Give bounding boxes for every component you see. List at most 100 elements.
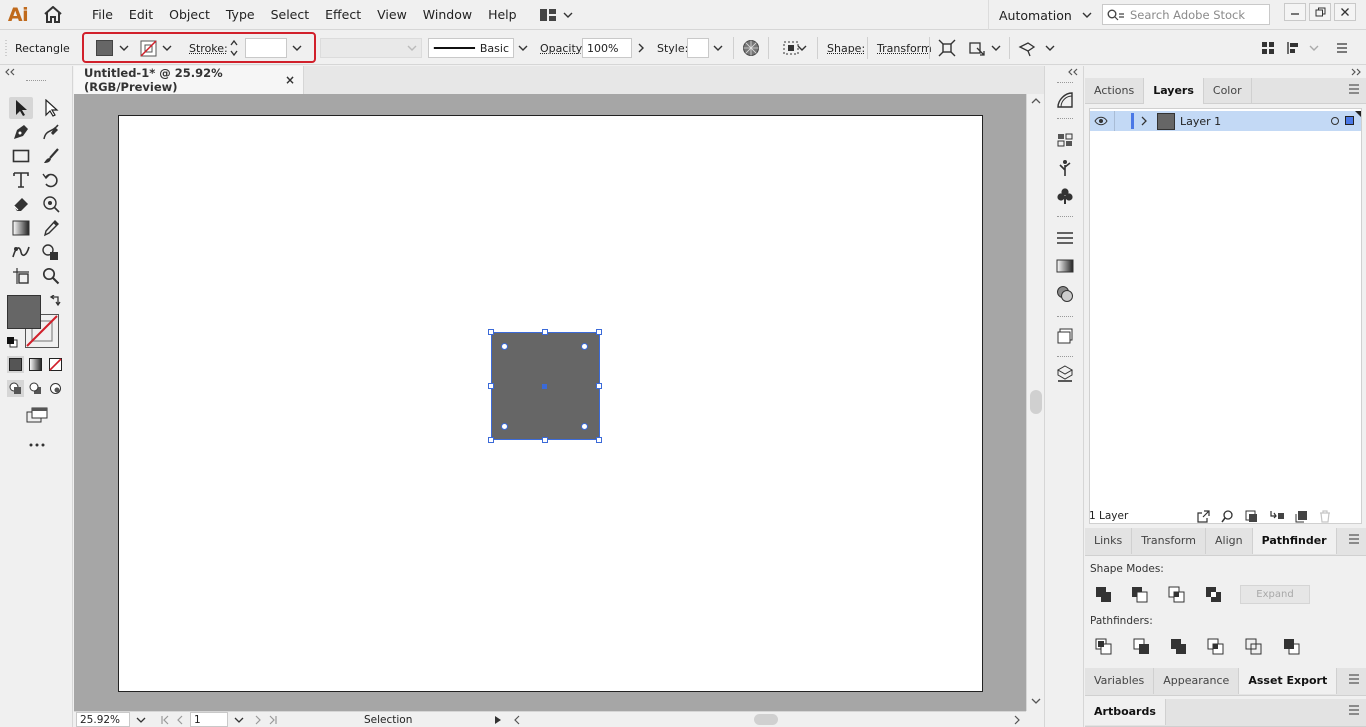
eyedropper-tool[interactable] — [39, 217, 63, 239]
tab-artboards[interactable]: Artboards — [1085, 699, 1166, 725]
locate-object-icon[interactable] — [1221, 510, 1234, 523]
minimize-icon[interactable] — [1284, 3, 1306, 21]
gradient-mode-button[interactable] — [27, 356, 44, 373]
corner-radius-widget[interactable] — [501, 423, 508, 430]
tab-pathfinder[interactable]: Pathfinder — [1252, 528, 1337, 554]
puppet-warp-button[interactable] — [968, 31, 986, 65]
tab-align[interactable]: Align — [1206, 528, 1253, 554]
restore-icon[interactable] — [1309, 3, 1331, 21]
fill-swatch-front[interactable] — [7, 295, 41, 329]
export-icon[interactable] — [1197, 510, 1210, 523]
style-dropdown[interactable] — [713, 31, 723, 65]
rotate-tool[interactable] — [39, 169, 63, 191]
menu-object[interactable]: Object — [161, 0, 218, 30]
outline-icon[interactable] — [1245, 638, 1263, 656]
minus-front-icon[interactable] — [1131, 586, 1149, 604]
stroke-panel-icon[interactable] — [1055, 228, 1075, 248]
menu-help[interactable]: Help — [480, 0, 525, 30]
tab-transform[interactable]: Transform — [1132, 528, 1206, 554]
next-artboard-icon[interactable] — [254, 715, 262, 725]
bounding-handle-bottom-right[interactable] — [596, 437, 602, 443]
edit-toolbar-button[interactable] — [1018, 31, 1036, 65]
close-document-icon[interactable]: × — [285, 73, 295, 87]
bounding-handle-top-left[interactable] — [488, 329, 494, 335]
stock-search-input[interactable]: Search Adobe Stock — [1102, 4, 1270, 25]
menu-window[interactable]: Window — [415, 0, 480, 30]
lock-toggle[interactable] — [1117, 111, 1131, 131]
shape-builder-tool[interactable] — [39, 241, 63, 263]
pen-tool[interactable] — [9, 121, 33, 143]
document-tab[interactable]: Untitled-1* @ 25.92% (RGB/Preview) × — [74, 66, 304, 94]
eraser-tool[interactable] — [9, 193, 33, 215]
trim-icon[interactable] — [1133, 638, 1151, 656]
scroll-up-icon[interactable] — [1031, 98, 1041, 104]
arrange-documents-button[interactable] — [539, 0, 573, 30]
direct-selection-tool[interactable] — [39, 97, 63, 119]
exclude-icon[interactable] — [1205, 586, 1223, 604]
menu-edit[interactable]: Edit — [121, 0, 161, 30]
trash-icon[interactable] — [1319, 510, 1331, 523]
brush-definition-field[interactable]: Basic — [428, 38, 514, 58]
panel-menu-icon[interactable] — [1348, 705, 1360, 715]
layer-row[interactable]: Layer 1 — [1090, 111, 1361, 131]
scroll-right-icon[interactable] — [1014, 715, 1020, 725]
color-mode-button[interactable] — [7, 356, 24, 373]
scroll-down-icon[interactable] — [1031, 698, 1041, 704]
symbols-icon[interactable] — [1055, 158, 1075, 178]
intersect-icon[interactable] — [1168, 586, 1186, 604]
distribute-button[interactable] — [1286, 31, 1302, 65]
menu-effect[interactable]: Effect — [317, 0, 369, 30]
unite-icon[interactable] — [1095, 586, 1113, 604]
draw-behind-button[interactable] — [27, 380, 44, 397]
selection-tool[interactable] — [9, 97, 33, 119]
tab-asset-export[interactable]: Asset Export — [1239, 668, 1338, 694]
layer-name[interactable]: Layer 1 — [1180, 115, 1221, 128]
vertical-scroll-thumb[interactable] — [1030, 390, 1042, 414]
close-icon[interactable] — [1334, 3, 1356, 21]
chevron-down-icon[interactable] — [136, 717, 146, 723]
puppet-warp-dropdown[interactable] — [991, 31, 1001, 65]
edit-toolbar-dropdown[interactable] — [1045, 31, 1055, 65]
panel-grip-icon[interactable] — [4, 39, 8, 57]
arrange-panels-button[interactable] — [1261, 31, 1275, 65]
new-layer-icon[interactable] — [1295, 510, 1308, 523]
recolor-artwork-button[interactable] — [742, 31, 760, 65]
workspace-switcher[interactable]: Automation — [988, 0, 1102, 30]
zoom-tool[interactable] — [39, 265, 63, 287]
merge-icon[interactable] — [1170, 638, 1188, 656]
horizontal-scroll-thumb[interactable] — [754, 714, 778, 725]
curvature-tool[interactable] — [39, 121, 63, 143]
menu-select[interactable]: Select — [263, 0, 318, 30]
puppet-warp-tool[interactable] — [39, 193, 63, 215]
menu-view[interactable]: View — [369, 0, 415, 30]
menu-type[interactable]: Type — [218, 0, 263, 30]
distribute-dropdown[interactable] — [1309, 31, 1319, 65]
tab-variables[interactable]: Variables — [1085, 668, 1155, 694]
divide-icon[interactable] — [1095, 638, 1113, 656]
previous-artboard-icon[interactable] — [176, 715, 184, 725]
panel-menu-icon[interactable] — [1348, 534, 1360, 544]
tab-layers[interactable]: Layers — [1144, 78, 1204, 104]
opacity-expand-button[interactable] — [638, 31, 644, 65]
control-bar-menu[interactable] — [1336, 31, 1348, 65]
swap-fill-stroke-icon[interactable] — [49, 295, 61, 307]
visibility-eye-icon[interactable] — [1094, 116, 1108, 126]
opacity-input[interactable]: 100% — [582, 38, 632, 58]
new-sublayer-icon[interactable] — [1270, 510, 1285, 523]
bounding-handle-bottom[interactable] — [542, 437, 548, 443]
zoom-input[interactable]: 25.92% — [76, 712, 130, 727]
vertical-scrollbar[interactable] — [1026, 94, 1044, 711]
dock-grip[interactable] — [1057, 216, 1073, 218]
draw-normal-button[interactable] — [7, 380, 24, 397]
collapse-panel-icon[interactable] — [4, 68, 16, 76]
selection-indicator[interactable] — [1345, 116, 1354, 125]
expand-button[interactable]: Expand — [1240, 585, 1310, 604]
libraries-icon[interactable] — [1055, 130, 1075, 150]
properties-icon[interactable] — [1055, 90, 1075, 110]
brush-dropdown[interactable] — [518, 31, 528, 65]
transform-label[interactable]: Transform — [877, 42, 932, 55]
shape-label[interactable]: Shape: — [827, 42, 865, 55]
last-artboard-icon[interactable] — [268, 715, 278, 725]
tab-links[interactable]: Links — [1085, 528, 1133, 554]
dock-grip[interactable] — [1057, 82, 1073, 84]
